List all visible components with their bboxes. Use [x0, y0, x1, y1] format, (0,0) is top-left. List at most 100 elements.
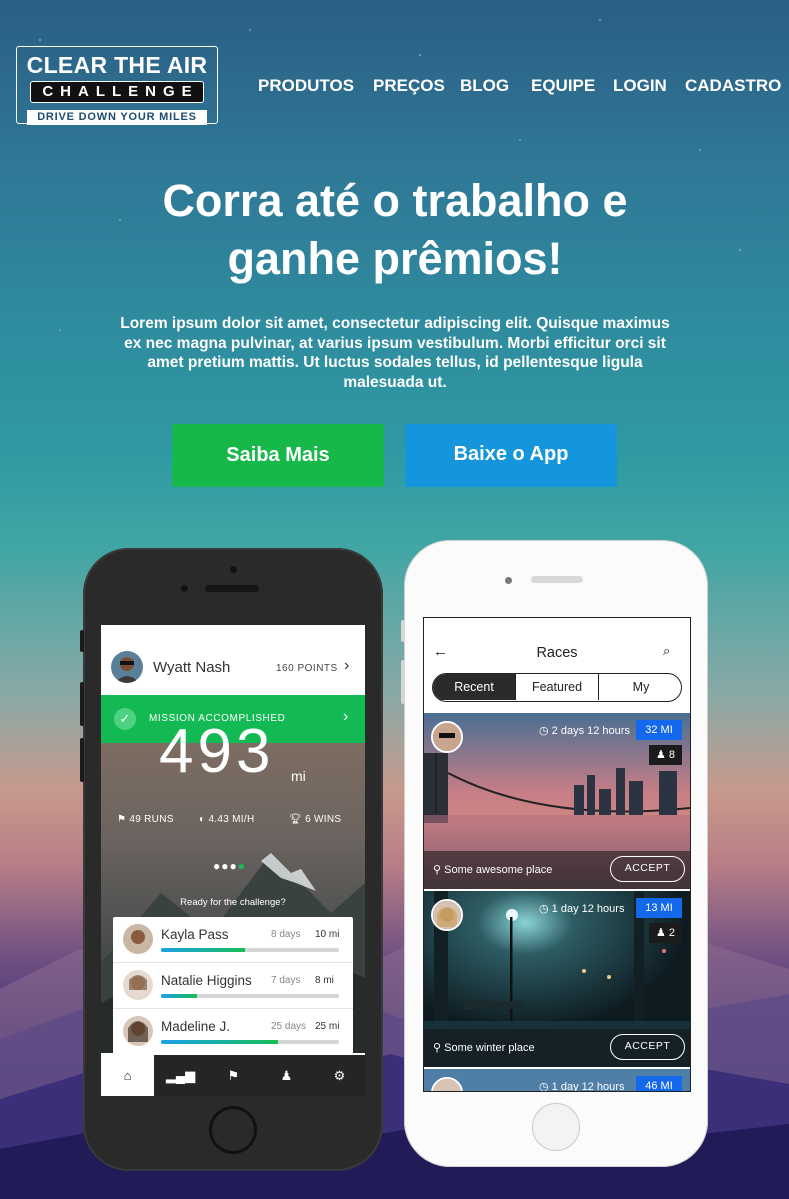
accept-button[interactable]: ACCEPT [610, 1034, 685, 1060]
leader-days: 25 days [271, 1021, 307, 1032]
race-footer: ⚲ Some winter place ACCEPT [424, 1029, 690, 1067]
leader-days: 7 days [271, 975, 301, 986]
race-miles-badge: 32 MI [636, 720, 682, 740]
progress-bar [161, 994, 339, 998]
races-screen: ← Races ⌕ Recent Featured My ◷ 2 days 12… [423, 617, 691, 1092]
nav-cadastro[interactable]: CADASTRO [685, 76, 781, 96]
leaderboard-row[interactable]: Madeline J. 25 days 25 mi [113, 1009, 353, 1055]
person-icon: ♟ [655, 749, 666, 761]
race-avatar [431, 899, 463, 931]
participants-badge: ♟ 8 [649, 745, 682, 765]
tab-bar: ⌂ ▂▄▆ ⚑ ♟ ⚙ [101, 1055, 365, 1096]
clock-icon: ◷ [539, 903, 549, 915]
phone-mockup-dark: Wyatt Nash 160 POINTS › ✓ MISSION ACCOMP… [80, 548, 383, 1171]
race-footer: ⚲ Some awesome place ACCEPT [424, 851, 690, 889]
runs-value: 49 RUNS [129, 814, 174, 825]
home-icon[interactable]: ⌂ [101, 1055, 154, 1096]
speed-value: 4.43 MI/H [208, 814, 255, 825]
total-miles: 493 [159, 717, 275, 786]
person-icon[interactable]: ♟ [260, 1055, 313, 1096]
leaderboard: Kayla Pass 8 days 10 mi Natalie Higgins … [113, 917, 353, 1057]
wins-value: 6 WINS [305, 814, 342, 825]
brand-logo[interactable]: CLEAR THE AIR CHALLENGE DRIVE DOWN YOUR … [16, 46, 218, 125]
wins-stat: 🏆︎ 6 WINS [289, 814, 341, 825]
races-header: ← Races ⌕ Recent Featured My [424, 618, 690, 710]
camera-icon [230, 566, 237, 573]
chevron-right-icon: › [343, 708, 349, 725]
clock-icon: ◷ [539, 1081, 549, 1092]
avatar [123, 924, 153, 954]
miles-unit: mi [291, 768, 306, 784]
chevron-right-icon: › [344, 657, 350, 674]
search-icon[interactable]: ⌕ [663, 643, 670, 659]
race-card[interactable]: ◷ 2 days 12 hours 32 MI ♟ 8 ⚲ Some aweso… [424, 713, 690, 889]
nav-blog[interactable]: BLOG [460, 76, 509, 96]
stats-icon[interactable]: ▂▄▆ [154, 1055, 207, 1096]
race-time: ◷ 1 day 12 hours [539, 902, 624, 915]
person-icon: ♟ [655, 927, 666, 939]
download-app-button[interactable]: Baixe o App [405, 424, 617, 487]
home-button [209, 1106, 257, 1154]
leaderboard-row[interactable]: Natalie Higgins 7 days 8 mi [113, 963, 353, 1009]
race-time-value: 1 day 12 hours [551, 903, 625, 915]
race-time-value: 2 days 12 hours [551, 725, 630, 737]
segment-control: Recent Featured My [432, 673, 682, 702]
speedometer-icon: ◐ [199, 814, 206, 825]
progress-fill [161, 948, 245, 952]
nav-precos[interactable]: PREÇOS [373, 76, 445, 96]
trophy-icon: 🏆︎ [289, 814, 302, 825]
races-title: Races [536, 645, 578, 661]
participants-value: 2 [668, 927, 676, 939]
leader-name: Kayla Pass [161, 927, 229, 942]
race-miles-badge: 46 MI [636, 1076, 682, 1091]
race-location: ⚲ Some awesome place [433, 863, 552, 876]
learn-more-button[interactable]: Saiba Mais [172, 424, 384, 487]
gear-icon[interactable]: ⚙ [313, 1055, 365, 1096]
race-card[interactable]: ◷ 1 day 12 hours 13 MI ♟ 2 ⚲ Some winter… [424, 891, 690, 1067]
avatar [123, 970, 153, 1000]
user-avatar [111, 651, 143, 683]
nav-equipe[interactable]: EQUIPE [531, 76, 595, 96]
race-location-value: Some winter place [444, 1042, 535, 1054]
user-name: Wyatt Nash [153, 659, 231, 676]
race-card[interactable]: ◷ 1 day 12 hours 46 MI [424, 1069, 690, 1092]
progress-fill [161, 994, 197, 998]
nav-produtos[interactable]: PRODUTOS [258, 76, 354, 96]
runs-stat: ⚑ 49 RUNS [117, 814, 174, 825]
challenge-prompt: Ready for the challenge? [180, 897, 286, 908]
leader-days: 8 days [271, 929, 301, 940]
logo-challenge: CHALLENGE [30, 81, 204, 103]
logo-title: CLEAR THE AIR [26, 52, 208, 78]
leader-name: Madeline J. [161, 1019, 231, 1034]
progress-bar [161, 948, 339, 952]
progress-bar [161, 1040, 339, 1044]
speed-stat: ◐ 4.43 MI/H [199, 814, 255, 825]
flag-icon: ⚑ [117, 814, 127, 825]
race-avatar [431, 721, 463, 753]
profile-header[interactable]: Wyatt Nash 160 POINTS › [101, 625, 365, 693]
hero-description: Lorem ipsum dolor sit amet, consectetur … [120, 315, 670, 391]
accept-button[interactable]: ACCEPT [610, 856, 685, 882]
segment-my[interactable]: My [599, 674, 681, 700]
leader-name: Natalie Higgins [161, 973, 252, 988]
speaker-grille [205, 585, 259, 592]
leaderboard-row[interactable]: Kayla Pass 8 days 10 mi [113, 917, 353, 963]
participants-badge: ♟ 2 [649, 923, 682, 943]
nav-login[interactable]: LOGIN [613, 76, 667, 96]
stats-screen: Wyatt Nash 160 POINTS › ✓ MISSION ACCOMP… [101, 625, 365, 1096]
camera-icon [505, 577, 512, 584]
flag-icon[interactable]: ⚑ [207, 1055, 260, 1096]
race-location: ⚲ Some winter place [433, 1041, 535, 1054]
leader-miles: 25 mi [315, 1021, 340, 1032]
race-location-value: Some awesome place [444, 864, 553, 876]
phone-mockup-white: ← Races ⌕ Recent Featured My ◷ 2 days 12… [401, 540, 708, 1167]
check-icon: ✓ [114, 708, 136, 730]
segment-recent[interactable]: Recent [433, 674, 515, 700]
page-indicator[interactable]: ●●●● [213, 859, 246, 873]
pin-icon: ⚲ [433, 1042, 442, 1054]
segment-featured[interactable]: Featured [515, 674, 599, 700]
clock-icon: ◷ [539, 725, 549, 737]
leader-miles: 8 mi [315, 975, 334, 986]
progress-fill [161, 1040, 279, 1044]
home-button [532, 1103, 580, 1151]
